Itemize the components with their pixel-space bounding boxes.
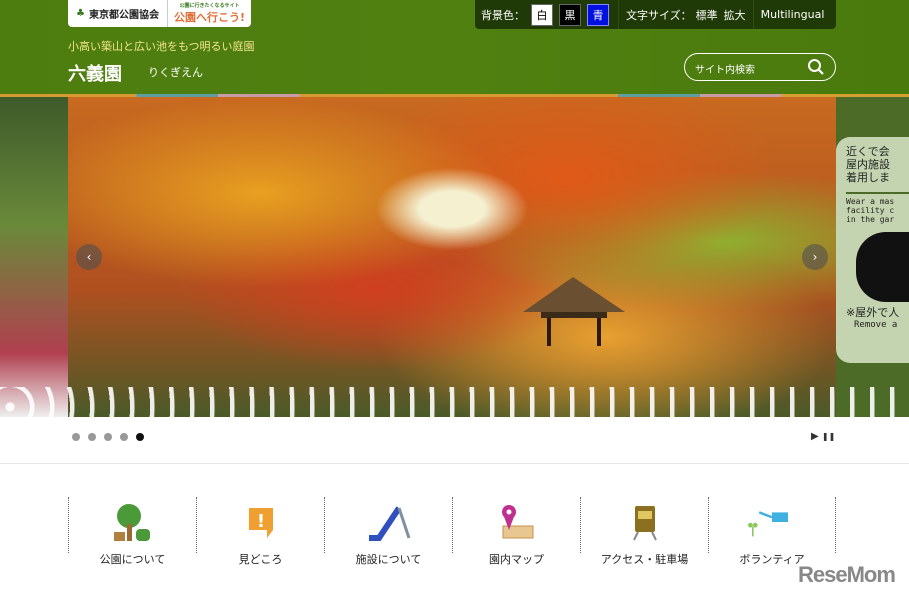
tea-house-image bbox=[523, 277, 625, 346]
svg-text:!: ! bbox=[256, 511, 264, 532]
slide-photo bbox=[68, 97, 836, 417]
slider-controls: ▶ ❚❚ bbox=[811, 431, 835, 442]
search-icon[interactable] bbox=[807, 58, 825, 79]
logo-bar: ♣ 東京都公園協会 公園に行きたくなるサイト 公園へ行こう! bbox=[68, 0, 251, 27]
hero-slider: 近くで会 屋内施設 着用しま Wear a mas facility c in th… bbox=[0, 97, 909, 417]
nav-access[interactable]: アクセス・駐車場 bbox=[580, 497, 708, 566]
mask-notice: 近くで会 屋内施設 着用しま Wear a mas facility c in th… bbox=[836, 137, 909, 363]
nav-about-park[interactable]: 公園について bbox=[68, 497, 196, 566]
font-size-label: 文字サイズ： bbox=[626, 8, 692, 22]
search-input[interactable]: サイト内検索 bbox=[695, 65, 755, 76]
title-reading: りくぎえん bbox=[148, 66, 203, 79]
watermark-logo: ReseMom bbox=[798, 562, 896, 587]
bg-blue-button[interactable]: 青 bbox=[587, 3, 609, 26]
page-title[interactable]: 六義園 bbox=[68, 60, 122, 86]
bg-color-label: 背景色： bbox=[481, 8, 525, 22]
nav-highlights[interactable]: ! 見どころ bbox=[196, 497, 324, 566]
bg-black-button[interactable]: 黒 bbox=[559, 3, 581, 26]
org-logo[interactable]: ♣ 東京都公園協会 bbox=[68, 0, 168, 27]
slide-dot-1[interactable] bbox=[72, 433, 80, 441]
site-search[interactable]: サイト内検索 bbox=[684, 53, 836, 81]
flower-border bbox=[0, 387, 909, 417]
font-large-button[interactable]: 拡大 bbox=[724, 7, 746, 23]
multilingual-link[interactable]: Multilingual bbox=[761, 8, 825, 21]
site-header: ♣ 東京都公園協会 公園に行きたくなるサイト 公園へ行こう! 小高い築山と広い池をも… bbox=[0, 0, 909, 95]
pause-button[interactable]: ❚❚ bbox=[822, 432, 835, 441]
font-standard-button[interactable]: 標準 bbox=[696, 7, 718, 23]
play-button[interactable]: ▶ bbox=[811, 431, 819, 442]
slider-dots bbox=[72, 433, 144, 441]
divider bbox=[0, 463, 909, 464]
slide-dot-4[interactable] bbox=[120, 433, 128, 441]
exclamation-bubble-icon: ! bbox=[237, 503, 285, 541]
prev-slide-preview bbox=[0, 97, 68, 417]
slide-dot-3[interactable] bbox=[104, 433, 112, 441]
tree-icon bbox=[109, 503, 157, 541]
site-logo[interactable]: 公園に行きたくなるサイト 公園へ行こう! bbox=[168, 2, 251, 25]
leaf-icon: ♣ bbox=[76, 8, 85, 19]
prev-arrow-button[interactable]: ‹ bbox=[76, 244, 102, 270]
divider bbox=[618, 0, 619, 29]
nav-map[interactable]: 園内マップ bbox=[452, 497, 580, 566]
map-pin-icon bbox=[493, 503, 541, 541]
mask-icon bbox=[856, 232, 909, 302]
slide-dot-5[interactable] bbox=[136, 433, 144, 441]
train-icon bbox=[621, 503, 669, 541]
slide-icon bbox=[365, 503, 413, 541]
utility-bar: 背景色： 白 黒 青 文字サイズ： 標準 拡大 Multilingual bbox=[475, 0, 836, 29]
watering-can-icon bbox=[748, 503, 796, 541]
next-arrow-button[interactable]: › bbox=[802, 244, 828, 270]
bg-white-button[interactable]: 白 bbox=[531, 3, 553, 26]
nav-facilities[interactable]: 施設について bbox=[324, 497, 452, 566]
tagline: 小高い築山と広い池をもつ明るい庭園 bbox=[68, 40, 255, 53]
nav-volunteer[interactable]: ボランティア bbox=[708, 497, 836, 566]
slide-dot-2[interactable] bbox=[88, 433, 96, 441]
main-nav: 公園について ! 見どころ 施設について 園内マップ アクセス・駐車場 ボランテ… bbox=[68, 497, 836, 566]
divider bbox=[752, 0, 754, 29]
